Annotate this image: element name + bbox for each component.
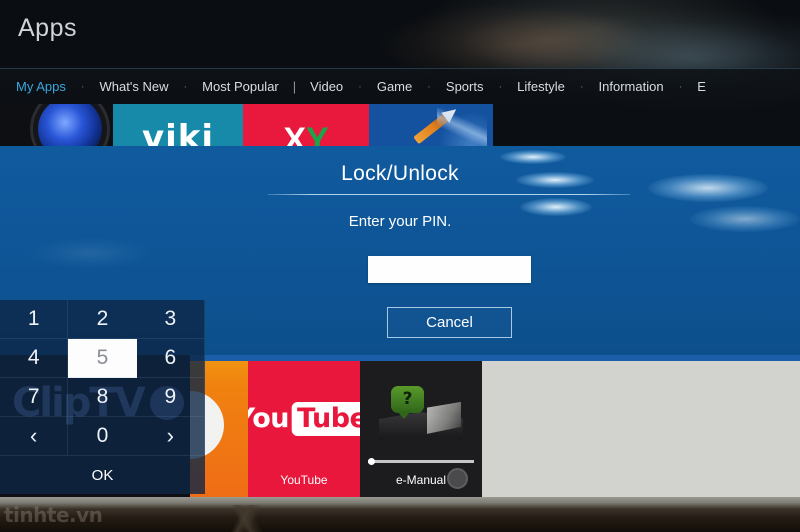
- app-tile-youtube[interactable]: YouTube YouTube: [248, 352, 360, 497]
- nav-separator: ·: [358, 80, 362, 93]
- nav-separator: ·: [80, 80, 85, 93]
- keypad-key-4[interactable]: 4: [0, 339, 69, 378]
- white-panel-area: [482, 352, 800, 497]
- question-bubble-icon: ?: [391, 385, 424, 419]
- screen-glare: [30, 238, 150, 268]
- dialog-title: Lock/Unlock: [341, 162, 459, 185]
- emanual-book-icon: ?: [379, 385, 463, 440]
- numeric-keypad: ClipTV 1 2 3 4 5 6 7 8 9 ‹ 0 › OK: [0, 300, 205, 494]
- app-tile-label-emanual: e-Manual: [395, 473, 447, 487]
- keypad-key-8[interactable]: 8: [68, 378, 137, 417]
- nav-separator: ·: [183, 80, 188, 93]
- keypad-key-0[interactable]: 0: [68, 417, 137, 456]
- keypad-key-6[interactable]: 6: [136, 339, 205, 378]
- nav-item-my-apps[interactable]: My Apps: [14, 79, 68, 94]
- keypad-key-1[interactable]: 1: [0, 300, 69, 339]
- category-navbar: My Apps · What's New · Most Popular | Vi…: [0, 68, 800, 104]
- nav-item-video[interactable]: Video: [308, 79, 345, 94]
- keypad-key-2[interactable]: 2: [68, 300, 137, 339]
- keypad-key-9[interactable]: 9: [136, 378, 205, 417]
- nav-item-sports[interactable]: Sports: [444, 79, 486, 94]
- youtube-logo-icon: YouTube: [248, 401, 360, 436]
- photo-watermark: tinhte.vn: [4, 503, 103, 527]
- nav-separator: ·: [579, 80, 584, 93]
- nav-separator: ·: [498, 80, 503, 93]
- arrow-left-icon[interactable]: ‹: [0, 417, 69, 456]
- keypad-key-7[interactable]: 7: [0, 378, 69, 417]
- nav-item-most-popular[interactable]: Most Popular: [200, 79, 281, 94]
- dialog-divider: [268, 194, 630, 195]
- cancel-button[interactable]: Cancel: [387, 307, 512, 338]
- tv-stand: [100, 505, 400, 532]
- arrow-right-icon[interactable]: ›: [136, 417, 205, 456]
- tv-screen: Apps My Apps · What's New · Most Popular…: [0, 0, 800, 532]
- nav-separator: ·: [427, 80, 431, 93]
- dialog-prompt: Enter your PIN.: [348, 213, 452, 230]
- keypad-key-5[interactable]: 5: [68, 339, 137, 378]
- nav-separator-bar: |: [292, 79, 297, 94]
- app-tile-label-youtube: YouTube: [280, 473, 328, 487]
- nav-separator: ·: [678, 80, 683, 93]
- keypad-ok-button[interactable]: OK: [0, 456, 205, 494]
- nav-item-whats-new[interactable]: What's New: [98, 79, 171, 94]
- keypad-key-3[interactable]: 3: [136, 300, 205, 339]
- nav-item-game[interactable]: Game: [375, 79, 414, 94]
- nav-item-education[interactable]: E: [695, 79, 708, 94]
- nav-item-lifestyle[interactable]: Lifestyle: [515, 79, 567, 94]
- app-tile-emanual[interactable]: ? e-Manual: [360, 352, 482, 497]
- page-title: Apps: [18, 14, 77, 42]
- nav-item-information[interactable]: Information: [597, 79, 666, 94]
- pin-input[interactable]: [368, 256, 531, 283]
- emanual-progress-bar: [368, 458, 474, 465]
